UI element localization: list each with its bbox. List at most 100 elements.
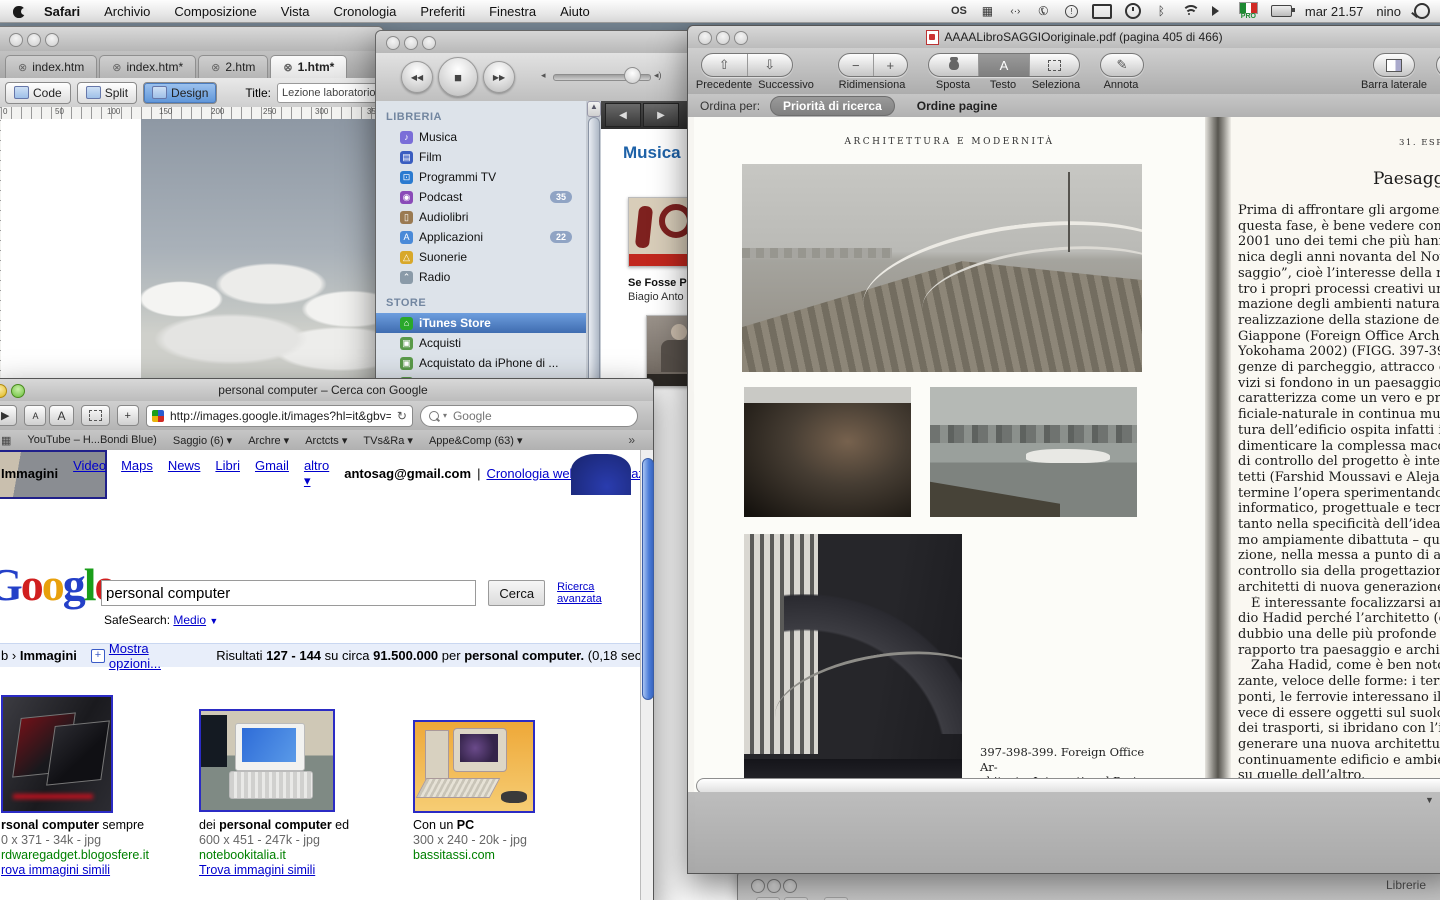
google-nav-link[interactable]: Video [73,458,106,489]
editor-tab[interactable]: ⊗ index.htm* [99,55,196,78]
bookmark-item[interactable]: Arctcts ▾ [305,434,347,447]
apple-menu-icon[interactable] [12,4,26,18]
grid-status-icon[interactable]: ▦ [980,3,995,19]
bookmark-item[interactable]: TVs&Ra ▾ [363,434,413,447]
search-field[interactable]: ▾ [420,405,638,427]
zoom-button[interactable] [422,36,436,50]
sort-page-order-button[interactable]: Ordine pagine [917,99,998,113]
webclip-button[interactable] [81,405,110,426]
sidebar-item-programmi-tv[interactable]: ⊡Programmi TV [376,167,586,187]
zoom-button[interactable] [734,31,748,45]
select-tool-button[interactable] [1030,54,1079,76]
spotlight-icon[interactable] [1414,3,1430,19]
previous-page-button[interactable]: ⇧ [702,54,748,76]
minimize-button[interactable] [0,384,7,398]
zoom-out-button[interactable]: − [839,54,874,76]
decrease-font-button[interactable]: A [24,405,46,426]
google-nav-link[interactable]: Gmail [255,458,289,489]
web-search-input[interactable] [451,408,575,424]
close-button[interactable] [9,33,23,47]
code-view-button[interactable]: Code [5,82,71,104]
top-sites-icon[interactable]: ▦ [1,434,11,447]
sidebar-item-musica[interactable]: ♪Musica [376,127,586,147]
increase-font-button[interactable]: A [49,405,73,426]
phone-status-icon[interactable]: ✆ [1032,0,1054,22]
close-button[interactable] [386,36,400,50]
close-tab-icon[interactable]: ⊗ [283,61,292,74]
menu-item[interactable]: Finestra [477,4,548,19]
close-tab-icon[interactable]: ⊗ [211,61,220,74]
menu-item[interactable]: Aiuto [548,4,602,19]
advanced-search-link[interactable]: Ricerca avanzata [557,581,641,605]
sidebar-item-suonerie[interactable]: △Suonerie [376,247,586,267]
editor-tab[interactable]: ⊗ 2.htm [198,55,268,78]
menu-clock[interactable]: mar 21.57 [1305,4,1364,19]
display-status-icon[interactable] [1092,3,1112,19]
language-flag-icon[interactable]: PRO [1239,3,1258,19]
zoom-button[interactable] [11,384,25,398]
sidebar-item-acquisti[interactable]: ▣Acquisti [376,333,586,353]
split-view-button[interactable]: Split [77,82,137,104]
close-button[interactable] [698,31,712,45]
sidebar-item-audiolibri[interactable]: ▯Audiolibri [376,207,586,227]
editor-titlebar[interactable] [0,27,383,51]
cerca-button[interactable]: Cerca [488,580,545,606]
annotate-button[interactable]: ✎ [1101,54,1143,76]
web-history-link[interactable]: Cronologia web [486,466,576,481]
scroll-down-arrow[interactable]: ▼ [1425,795,1434,805]
move-tool-button[interactable] [929,54,979,76]
text-tool-button[interactable]: A [979,54,1029,76]
sidebar-item-itunes-store[interactable]: ⌂iTunes Store [376,313,586,333]
expand-options-icon[interactable]: + [91,649,105,663]
close-tab-icon[interactable]: ⊗ [18,61,27,74]
url-input[interactable] [168,408,393,424]
next-page-button[interactable]: ⇩ [748,54,793,76]
result-image-3[interactable] [413,720,535,813]
wifi-icon[interactable] [1182,3,1198,19]
cut-off-control[interactable] [1436,53,1440,77]
pdf-titlebar[interactable]: AAAALibroSAGGIOoriginale.pdf (pagina 405… [688,26,1440,48]
safesearch-level-link[interactable]: Medio [173,613,206,627]
next-track-button[interactable]: ▶▶ [483,61,515,93]
fast-user-switch[interactable]: nino [1376,4,1401,19]
sidebar-item-radio[interactable]: ⌃Radio [376,267,586,287]
lastfm-status-icon[interactable]: OS [951,3,967,19]
zoom-button[interactable] [783,879,797,893]
album-cover-1[interactable] [628,197,692,267]
similar-images-link[interactable]: rova immagini simili [1,863,110,877]
sidebar-item-acquistato-iphone[interactable]: ▣Acquistato da iPhone di ... [376,353,586,373]
bluetooth-icon[interactable]: ᛒ [1154,3,1169,19]
album1-artist[interactable]: Biagio Anto [628,291,684,303]
menu-item[interactable]: Safari [40,4,92,19]
menu-item[interactable]: Vista [269,4,322,19]
menu-item[interactable]: Cronologia [321,4,408,19]
minimize-button[interactable] [27,33,41,47]
zoom-in-button[interactable]: + [874,54,908,76]
battery-icon[interactable] [1271,3,1292,19]
store-back-button[interactable]: ◀ [605,103,641,127]
minimize-button[interactable] [767,879,781,893]
google-nav-link[interactable]: altro ▾ [304,458,329,489]
minimize-button[interactable] [716,31,730,45]
google-nav-link[interactable]: News [168,458,201,489]
pdf-page-area[interactable]: ARCHITETTURA E MODERNITÀ 397-398-399. Fo… [688,117,1440,844]
editor-tab[interactable]: ⊗ index.htm [5,55,97,78]
reload-icon[interactable]: ↻ [397,409,407,423]
similar-images-link[interactable]: Trova immagini simili [199,863,315,877]
close-button[interactable] [751,879,765,893]
google-query-input[interactable] [101,580,476,606]
address-bar[interactable]: ↻ [146,405,413,427]
scroll-up-arrow[interactable]: ▲ [587,101,601,117]
album1-title[interactable]: Se Fosse P [628,277,687,289]
bookmark-item[interactable]: YouTube – H...Bondi Blue) [27,434,156,447]
bookmarks-overflow-chevron[interactable]: » [628,433,653,447]
time-machine-icon[interactable] [1125,3,1141,19]
bookmark-item[interactable]: Saggio (6) ▾ [173,434,232,447]
volume-knob[interactable] [624,67,641,84]
new-tab-button[interactable]: + [117,405,139,426]
previous-track-button[interactable]: ◀◀ [401,61,433,93]
scrollbar-thumb[interactable] [642,458,654,700]
google-nav-link[interactable]: Maps [121,458,153,489]
sidebar-item-film[interactable]: ▤Film [376,147,586,167]
store-forward-button[interactable]: ▶ [643,103,679,127]
